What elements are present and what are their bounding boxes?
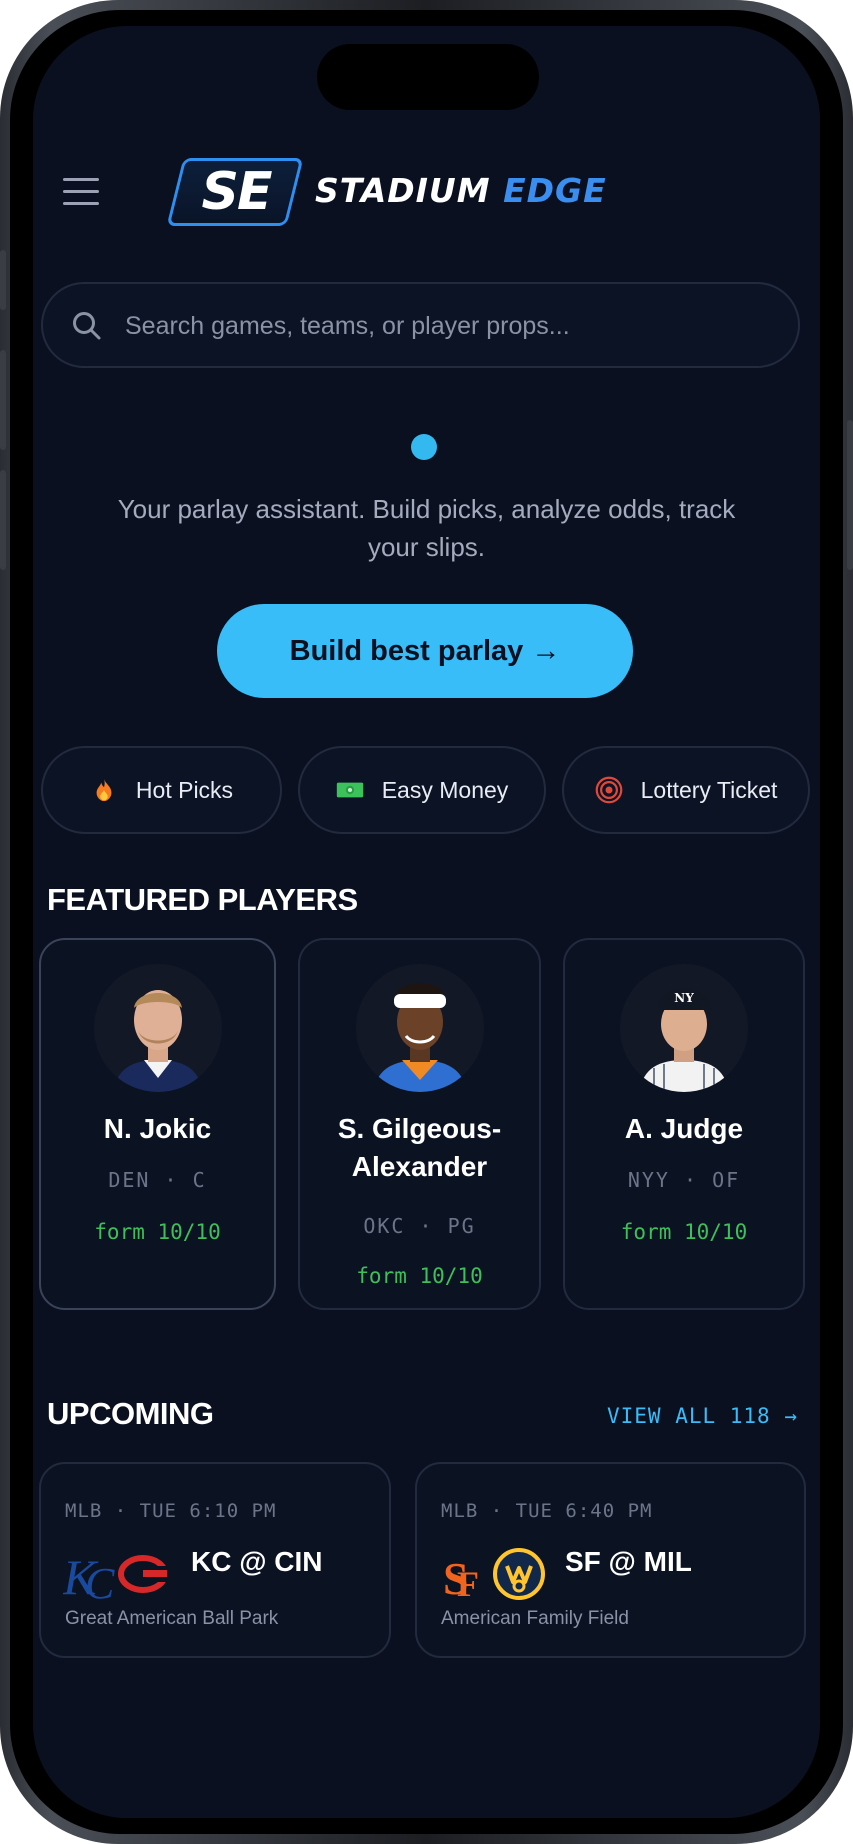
search-placeholder: Search games, teams, or player props...	[125, 312, 570, 340]
kc-royals-logo: K C	[63, 1549, 115, 1602]
player-avatar	[93, 964, 222, 1092]
player-avatar: NY	[620, 964, 748, 1092]
power-button	[847, 420, 853, 570]
logo-badge-letters: SE	[201, 162, 273, 222]
player-meta: OKC · PG	[363, 1214, 476, 1238]
chip-label: Lottery Ticket	[640, 776, 778, 803]
target-icon	[595, 776, 623, 804]
mil-brewers-logo	[493, 1548, 545, 1600]
game-card-sf-mil[interactable]: MLB · TUE 6:40 PM S F SF @ MIL American …	[415, 1462, 806, 1658]
cash-icon	[336, 776, 364, 804]
brand-word-1: STADIUM	[315, 171, 491, 210]
player-form: form 10/10	[620, 1220, 748, 1244]
chip-label: Easy Money	[381, 776, 509, 803]
player-meta: NYY · OF	[627, 1168, 741, 1192]
player-name: S. Gilgeous-Alexander	[337, 1113, 502, 1182]
volume-down-button	[0, 470, 6, 570]
player-card-jokic[interactable]: N. Jokic DEN · C form 10/10	[39, 938, 276, 1310]
tagline: Your parlay assistant. Build picks, anal…	[117, 494, 736, 562]
svg-text:C: C	[85, 1559, 115, 1602]
brand-word-2: EDGE	[503, 171, 607, 210]
player-name: A. Judge	[624, 1113, 744, 1144]
game-meta: MLB · TUE 6:10 PM	[65, 1500, 277, 1522]
sf-giants-logo: S F	[443, 1553, 479, 1602]
game-card-kc-cin[interactable]: MLB · TUE 6:10 PM K C KC @ CIN Great Ame…	[39, 1462, 391, 1658]
svg-text:F: F	[457, 1564, 479, 1602]
dynamic-island	[317, 44, 539, 110]
status-dot	[411, 434, 437, 460]
player-card-judge[interactable]: NY A. Judge NYY · OF form 10/10	[563, 938, 805, 1310]
chip-label: Hot Picks	[135, 776, 234, 803]
player-form: form 10/10	[94, 1220, 221, 1244]
hamburger-menu-icon[interactable]	[63, 178, 99, 210]
game-matchup: SF @ MIL	[565, 1546, 692, 1577]
game-matchup: KC @ CIN	[191, 1546, 323, 1577]
game-venue: American Family Field	[441, 1608, 629, 1629]
featured-players-title: FEATURED PLAYERS	[47, 882, 358, 917]
app-screen: SE STADIUM EDGE Search games, teams, or …	[33, 26, 820, 1818]
svg-text:NY: NY	[674, 991, 694, 1005]
brand-wordmark: STADIUM EDGE	[315, 166, 607, 216]
game-meta: MLB · TUE 6:40 PM	[441, 1500, 653, 1522]
player-avatar	[355, 964, 484, 1092]
volume-up-button	[0, 350, 6, 450]
cin-reds-logo	[118, 1555, 169, 1593]
chip-easy-money[interactable]: Easy Money	[298, 746, 546, 834]
build-parlay-button[interactable]: Build best parlay →	[217, 604, 633, 698]
chip-hot-picks[interactable]: Hot Picks	[41, 746, 282, 834]
game-venue: Great American Ball Park	[65, 1608, 279, 1629]
action-button	[0, 250, 6, 310]
logo-badge-text: SE	[183, 160, 289, 224]
view-all-link[interactable]: VIEW ALL 118 →	[607, 1404, 798, 1428]
search-icon	[73, 312, 101, 340]
player-meta: DEN · C	[108, 1168, 207, 1192]
search-bar[interactable]: Search games, teams, or player props...	[41, 282, 800, 368]
player-name: N. Jokic	[103, 1113, 212, 1144]
fire-icon	[90, 776, 118, 804]
player-card-gilgeous-alexander[interactable]: S. Gilgeous-Alexander OKC · PG form 10/1…	[298, 938, 541, 1310]
player-form: form 10/10	[356, 1264, 483, 1288]
chip-lottery-ticket[interactable]: Lottery Ticket	[562, 746, 810, 834]
upcoming-title: UPCOMING	[47, 1396, 214, 1431]
